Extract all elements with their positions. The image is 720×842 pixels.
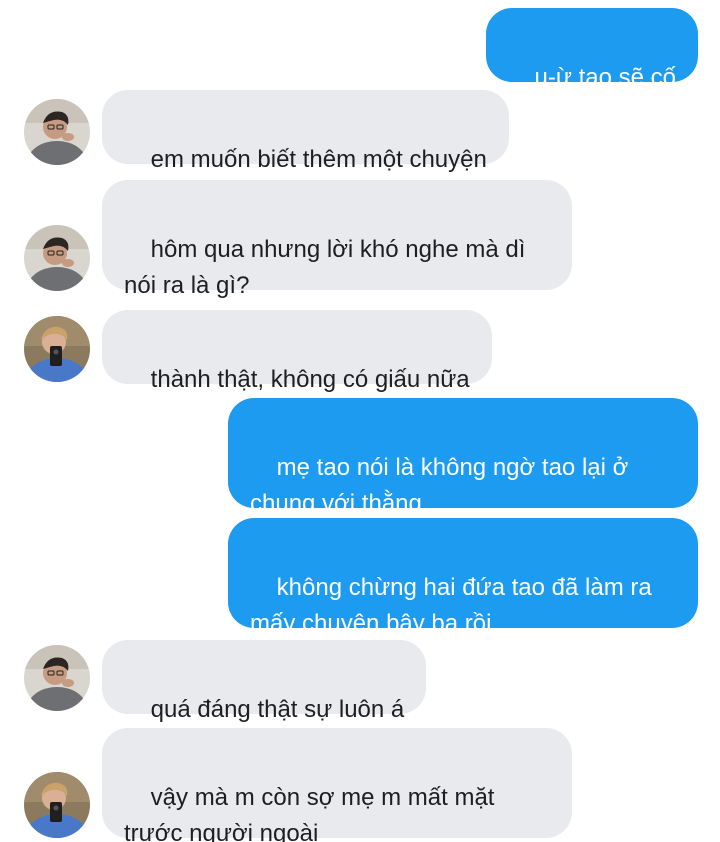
avatar[interactable]: [24, 645, 90, 711]
avatar[interactable]: [24, 772, 90, 838]
avatar-grey-sweater-glasses-icon: [24, 225, 90, 291]
message-text: vậy mà m còn sợ mẹ m mất mặt trước người…: [124, 784, 495, 842]
chat-thread: u-ừ tao sẽ cố em muốn biết thêm một chuy…: [0, 0, 720, 842]
message-text: thành thật, không có giấu nữa: [150, 366, 470, 393]
message-text: không chừng hai đứa tao đã làm ra mấy ch…: [250, 574, 652, 637]
avatar[interactable]: [24, 99, 90, 165]
message-bubble-incoming[interactable]: vậy mà m còn sợ mẹ m mất mặt trước người…: [102, 728, 572, 842]
message-text: hôm qua nhưng lời khó nghe mà dì nói ra …: [124, 236, 526, 299]
avatar-blue-shirt-phone-icon: [24, 316, 90, 382]
message-bubble-incoming[interactable]: thành thật, không có giấu nữa: [102, 310, 492, 393]
message-bubble-outgoing[interactable]: mẹ tao nói là không ngờ tao lại ở chung …: [228, 398, 698, 517]
message-bubble-incoming[interactable]: hôm qua nhưng lời khó nghe mà dì nói ra …: [102, 180, 572, 299]
message-bubble-outgoing[interactable]: u-ừ tao sẽ cố: [485, 8, 698, 91]
avatar-blue-shirt-phone-icon: [24, 772, 90, 838]
message-bubble-incoming[interactable]: quá đáng thật sự luôn á: [102, 640, 427, 758]
message-text: mẹ tao nói là không ngờ tao lại ở chung …: [250, 454, 629, 517]
message-bubble-outgoing[interactable]: không chừng hai đứa tao đã làm ra mấy ch…: [228, 518, 698, 637]
message-text: em muốn biết thêm một chuyện: [150, 146, 487, 173]
message-text: quá đáng thật sự luôn á: [150, 696, 405, 723]
avatar-grey-sweater-glasses-icon: [24, 99, 90, 165]
message-text: u-ừ tao sẽ cố: [534, 64, 676, 91]
message-bubble-incoming[interactable]: em muốn biết thêm một chuyện: [102, 90, 509, 173]
avatar[interactable]: [24, 316, 90, 382]
avatar[interactable]: [24, 225, 90, 291]
avatar-grey-sweater-glasses-icon: [24, 645, 90, 711]
